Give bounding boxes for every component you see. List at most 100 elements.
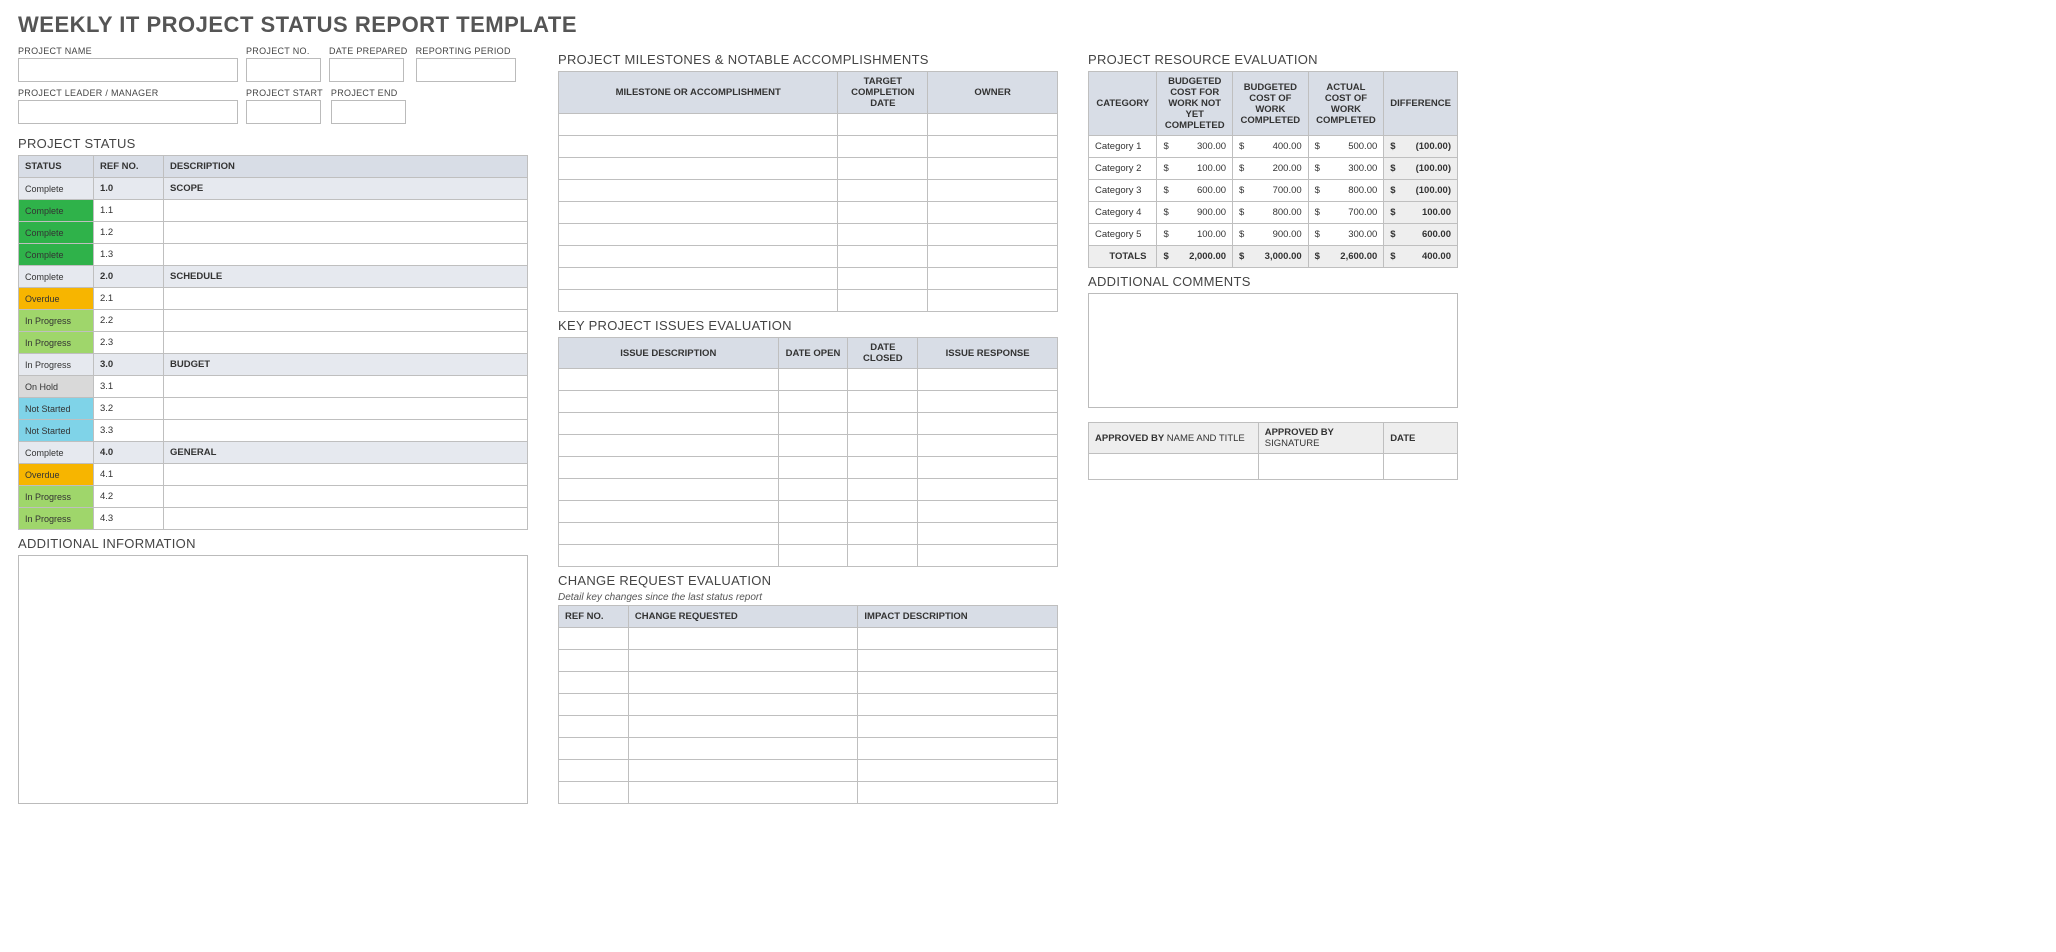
cell[interactable] xyxy=(928,114,1058,136)
cell[interactable] xyxy=(848,479,918,501)
cell[interactable] xyxy=(559,479,779,501)
status-cell[interactable]: Overdue xyxy=(19,288,94,310)
cell[interactable] xyxy=(848,413,918,435)
cell[interactable] xyxy=(628,760,858,782)
cell[interactable] xyxy=(628,650,858,672)
cell[interactable] xyxy=(559,523,779,545)
cell[interactable] xyxy=(918,457,1058,479)
status-cell[interactable]: Complete xyxy=(19,266,94,288)
cell[interactable] xyxy=(918,435,1058,457)
cell[interactable] xyxy=(559,202,838,224)
status-cell[interactable]: In Progress xyxy=(19,310,94,332)
cell[interactable] xyxy=(858,760,1058,782)
approval-signature-cell[interactable] xyxy=(1258,454,1383,480)
cell[interactable] xyxy=(559,738,629,760)
cell[interactable] xyxy=(778,523,848,545)
cell[interactable] xyxy=(848,545,918,567)
cell[interactable] xyxy=(628,628,858,650)
cell[interactable] xyxy=(559,760,629,782)
cell[interactable] xyxy=(628,716,858,738)
cell[interactable] xyxy=(559,628,629,650)
cell[interactable] xyxy=(928,246,1058,268)
cell[interactable] xyxy=(928,158,1058,180)
cell[interactable] xyxy=(628,694,858,716)
cell[interactable] xyxy=(858,716,1058,738)
cell[interactable] xyxy=(918,391,1058,413)
cell[interactable] xyxy=(918,501,1058,523)
status-cell[interactable]: In Progress xyxy=(19,486,94,508)
meta-input[interactable] xyxy=(329,58,404,82)
cell[interactable] xyxy=(778,457,848,479)
cell[interactable] xyxy=(848,391,918,413)
cell[interactable] xyxy=(559,369,779,391)
cell[interactable] xyxy=(858,738,1058,760)
cell[interactable] xyxy=(778,391,848,413)
cell[interactable] xyxy=(559,158,838,180)
cell[interactable] xyxy=(838,224,928,246)
cell[interactable] xyxy=(918,413,1058,435)
status-cell[interactable]: Not Started xyxy=(19,398,94,420)
cell[interactable] xyxy=(838,114,928,136)
status-cell[interactable]: In Progress xyxy=(19,354,94,376)
cell[interactable] xyxy=(559,391,779,413)
cell[interactable] xyxy=(778,479,848,501)
cell[interactable] xyxy=(559,114,838,136)
cell[interactable] xyxy=(559,290,838,312)
status-cell[interactable]: Complete xyxy=(19,244,94,266)
cell[interactable] xyxy=(559,716,629,738)
status-cell[interactable]: Complete xyxy=(19,442,94,464)
cell[interactable] xyxy=(628,672,858,694)
cell[interactable] xyxy=(559,435,779,457)
cell[interactable] xyxy=(848,523,918,545)
comments-box[interactable] xyxy=(1088,293,1458,408)
cell[interactable] xyxy=(559,268,838,290)
cell[interactable] xyxy=(928,224,1058,246)
cell[interactable] xyxy=(559,694,629,716)
cell[interactable] xyxy=(778,545,848,567)
cell[interactable] xyxy=(848,501,918,523)
status-cell[interactable]: Not Started xyxy=(19,420,94,442)
cell[interactable] xyxy=(559,413,779,435)
cell[interactable] xyxy=(928,202,1058,224)
cell[interactable] xyxy=(838,246,928,268)
cell[interactable] xyxy=(559,246,838,268)
cell[interactable] xyxy=(918,545,1058,567)
cell[interactable] xyxy=(838,290,928,312)
cell[interactable] xyxy=(848,457,918,479)
status-cell[interactable]: Overdue xyxy=(19,464,94,486)
cell[interactable] xyxy=(559,545,779,567)
additional-info-box[interactable] xyxy=(18,555,528,804)
meta-input[interactable] xyxy=(246,58,321,82)
cell[interactable] xyxy=(628,738,858,760)
status-cell[interactable]: Complete xyxy=(19,178,94,200)
meta-input[interactable] xyxy=(416,58,516,82)
cell[interactable] xyxy=(559,136,838,158)
cell[interactable] xyxy=(559,224,838,246)
cell[interactable] xyxy=(778,413,848,435)
cell[interactable] xyxy=(858,628,1058,650)
cell[interactable] xyxy=(628,782,858,804)
cell[interactable] xyxy=(838,180,928,202)
cell[interactable] xyxy=(838,202,928,224)
meta-input[interactable] xyxy=(18,100,238,124)
cell[interactable] xyxy=(559,672,629,694)
cell[interactable] xyxy=(559,650,629,672)
cell[interactable] xyxy=(928,268,1058,290)
approval-name-cell[interactable] xyxy=(1089,454,1259,480)
meta-input[interactable] xyxy=(331,100,406,124)
status-cell[interactable]: Complete xyxy=(19,200,94,222)
meta-input[interactable] xyxy=(246,100,321,124)
cell[interactable] xyxy=(559,457,779,479)
cell[interactable] xyxy=(858,694,1058,716)
cell[interactable] xyxy=(918,479,1058,501)
cell[interactable] xyxy=(838,158,928,180)
cell[interactable] xyxy=(858,650,1058,672)
cell[interactable] xyxy=(778,369,848,391)
cell[interactable] xyxy=(848,435,918,457)
cell[interactable] xyxy=(838,268,928,290)
meta-input[interactable] xyxy=(18,58,238,82)
status-cell[interactable]: In Progress xyxy=(19,332,94,354)
cell[interactable] xyxy=(848,369,918,391)
cell[interactable] xyxy=(559,782,629,804)
cell[interactable] xyxy=(918,369,1058,391)
